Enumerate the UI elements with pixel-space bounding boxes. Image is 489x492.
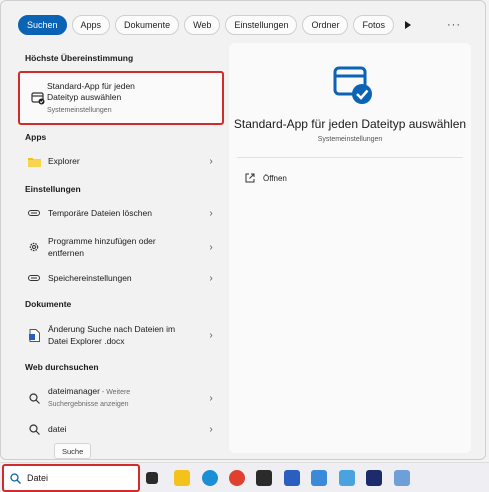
tab-ordner[interactable]: Ordner	[302, 15, 349, 35]
default-apps-icon	[31, 92, 45, 105]
search-input[interactable]	[27, 473, 127, 483]
chevron-right-icon[interactable]: ›	[207, 393, 215, 404]
search-icon	[27, 422, 41, 436]
chevron-right-icon[interactable]: ›	[207, 273, 215, 284]
mail-taskbar-icon[interactable]	[339, 470, 355, 486]
chevron-right-icon[interactable]: ›	[207, 424, 215, 435]
open-button[interactable]: Öffnen	[245, 173, 287, 183]
explorer-taskbar-icon[interactable]	[174, 470, 190, 486]
tab-apps[interactable]: Apps	[71, 15, 111, 35]
folder-icon	[27, 154, 41, 168]
more-tabs-play-icon[interactable]	[405, 21, 411, 29]
open-external-icon	[245, 173, 255, 183]
chrome-taskbar-icon[interactable]	[229, 470, 245, 486]
detail-pane: Standard-App für jeden Dateityp auswähle…	[229, 43, 471, 453]
task-view-icon[interactable]	[146, 472, 158, 484]
section-settings: Einstellungen	[25, 184, 81, 194]
chevron-right-icon[interactable]: ›	[207, 330, 215, 341]
storage-icon	[27, 206, 41, 220]
taskbar-search-box[interactable]	[2, 464, 140, 492]
section-apps: Apps	[25, 132, 47, 142]
tab-web[interactable]: Web	[184, 15, 221, 35]
best-match-title: Standard-App für jeden Dateityp auswähle…	[47, 81, 135, 102]
word-taskbar-icon[interactable]	[284, 470, 300, 486]
list-item-web-dateimanager[interactable]: dateimanager - Weitere Suchergebnisse an…	[23, 385, 219, 411]
chevron-right-icon[interactable]: ›	[207, 156, 215, 167]
section-best-match: Höchste Übereinstimmung	[25, 53, 134, 63]
list-item-storage-settings[interactable]: Speichereinstellungen ›	[23, 271, 219, 285]
section-web: Web durchsuchen	[25, 362, 99, 372]
tab-dokumente[interactable]: Dokumente	[115, 15, 180, 35]
best-match-item[interactable]: Standard-App für jeden Dateityp auswähle…	[18, 71, 224, 125]
default-apps-large-icon	[333, 66, 372, 104]
edge-taskbar-icon[interactable]	[202, 470, 218, 486]
search-panel: Suchen Apps Dokumente Web Einstellungen …	[0, 0, 486, 460]
filter-tabs: Suchen Apps Dokumente Web Einstellungen …	[18, 15, 411, 35]
detail-subtitle: Systemeinstellungen	[317, 136, 383, 143]
list-item-temp-files[interactable]: Temporäre Dateien löschen ›	[23, 206, 219, 220]
settings-taskbar-icon[interactable]	[394, 470, 410, 486]
gear-icon	[27, 240, 41, 254]
search-icon	[27, 391, 41, 405]
chevron-right-icon[interactable]: ›	[207, 242, 215, 253]
tab-fotos[interactable]: Fotos	[353, 15, 394, 35]
list-item-add-remove-programs[interactable]: Programme hinzufügen oder entfernen ›	[23, 235, 219, 259]
best-match-subtitle: Systemeinstellungen	[47, 107, 112, 114]
notepad-taskbar-icon[interactable]	[311, 470, 327, 486]
tab-einstellungen[interactable]: Einstellungen	[225, 15, 298, 35]
tab-suchen[interactable]: Suchen	[18, 15, 67, 35]
storage-icon	[27, 271, 41, 285]
webex-taskbar-icon[interactable]	[366, 470, 382, 486]
search-tooltip: Suche	[54, 443, 92, 459]
taskbar	[0, 462, 489, 492]
divider	[237, 157, 463, 158]
search-icon	[10, 472, 21, 484]
document-icon	[27, 328, 41, 342]
app-taskbar-icon[interactable]	[256, 470, 272, 486]
more-options-icon[interactable]: ···	[447, 19, 461, 31]
list-item-explorer[interactable]: Explorer ›	[23, 154, 219, 168]
list-item-web-datei[interactable]: datei ›	[23, 422, 219, 436]
detail-title: Standard-App für jeden Dateityp auswähle…	[233, 117, 467, 131]
section-documents: Dokumente	[25, 299, 72, 309]
list-item-document[interactable]: Änderung Suche nach Dateien im Datei Exp…	[23, 323, 219, 347]
chevron-right-icon[interactable]: ›	[207, 208, 215, 219]
